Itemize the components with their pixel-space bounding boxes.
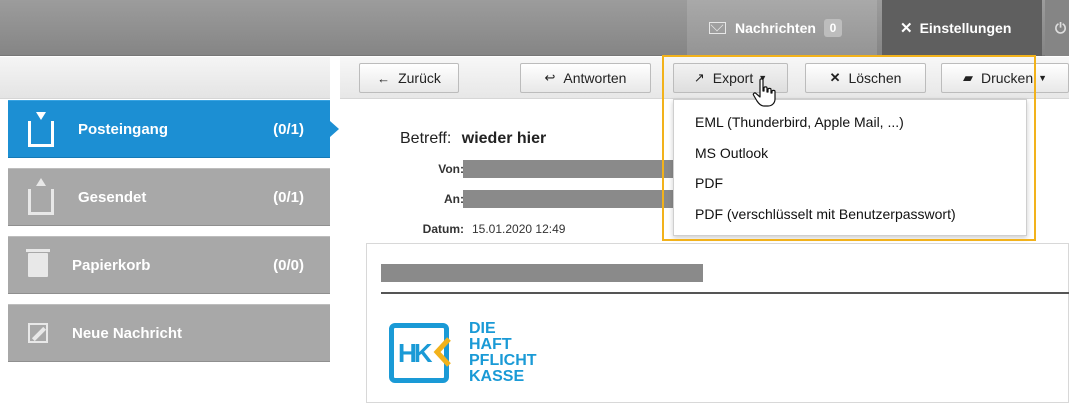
- date-label: Datum:: [422, 222, 464, 236]
- caret-down-icon: ▼: [1038, 73, 1048, 83]
- from-label: Von:: [438, 162, 464, 176]
- settings-tab[interactable]: ✕ Einstellungen: [882, 0, 1042, 56]
- trash-icon: [26, 249, 50, 277]
- messages-count-badge: 0: [823, 19, 842, 37]
- logo-mark-text: HK: [398, 337, 433, 368]
- body-redacted-line: [381, 264, 703, 282]
- back-label: Zurück: [398, 70, 441, 86]
- subject-line: Betreff: wieder hier: [400, 130, 546, 148]
- messages-label: Nachrichten: [735, 20, 816, 36]
- sidebar-item-label: Neue Nachricht: [72, 324, 183, 342]
- power-icon: ⏻: [1055, 19, 1067, 36]
- highlight-frame: [662, 55, 1036, 241]
- inbox-icon: [28, 112, 54, 147]
- reply-button[interactable]: ↩ Antworten: [520, 63, 651, 93]
- logo-line: DIE: [469, 320, 496, 337]
- sidebar-item-count: (0/0): [273, 256, 304, 274]
- subject-label: Betreff:: [400, 130, 452, 147]
- envelope-icon: [709, 22, 726, 34]
- sidebar-item-sent[interactable]: Gesendet (0/1): [8, 168, 330, 226]
- settings-label: Einstellungen: [919, 20, 1012, 36]
- message-body: HK DIE HAFT PFLICHT KASSE: [366, 243, 1069, 403]
- messages-tab[interactable]: Nachrichten 0: [687, 0, 877, 56]
- logo-line: HAFT: [469, 336, 512, 353]
- to-label: An:: [444, 192, 464, 206]
- logo-text: DIE HAFT PFLICHT KASSE: [469, 321, 537, 385]
- logout-button[interactable]: ⏻: [1045, 0, 1069, 56]
- sidebar-item-label: Posteingang: [78, 120, 169, 138]
- subject-value: wieder hier: [461, 130, 547, 147]
- to-redacted: [463, 190, 673, 208]
- divider: [381, 292, 1069, 294]
- sidebar-item-label: Papierkorb: [72, 256, 151, 274]
- sidebar-item-trash[interactable]: Papierkorb (0/0): [8, 236, 330, 294]
- from-redacted: [463, 160, 680, 178]
- back-button[interactable]: ← Zurück: [359, 63, 459, 93]
- logo-line: PFLICHT: [469, 352, 537, 369]
- logo-chevron-icon: [433, 337, 451, 367]
- reply-label: Antworten: [563, 70, 627, 86]
- sent-icon: [28, 178, 54, 215]
- compose-icon: [28, 323, 48, 343]
- active-indicator-arrow: [330, 121, 339, 137]
- arrow-left-icon: ←: [377, 70, 391, 86]
- sidebar-item-count: (0/1): [273, 120, 304, 138]
- sidebar-item-label: Gesendet: [78, 188, 147, 206]
- sidebar-header-strip: [0, 57, 330, 99]
- sidebar-item-count: (0/1): [273, 188, 304, 206]
- hand-cursor-icon: [752, 78, 776, 107]
- top-bar: Nachrichten 0 ✕ Einstellungen ⏻: [0, 0, 1069, 56]
- sidebar-item-new-message[interactable]: Neue Nachricht: [8, 304, 330, 362]
- date-value: 15.01.2020 12:49: [472, 222, 566, 236]
- sidebar-item-inbox[interactable]: Posteingang (0/1): [8, 100, 330, 158]
- tools-icon: ✕: [900, 20, 913, 37]
- logo-line: KASSE: [469, 368, 525, 385]
- company-logo: HK DIE HAFT PFLICHT KASSE: [389, 317, 609, 397]
- reply-icon: ↩: [544, 70, 556, 85]
